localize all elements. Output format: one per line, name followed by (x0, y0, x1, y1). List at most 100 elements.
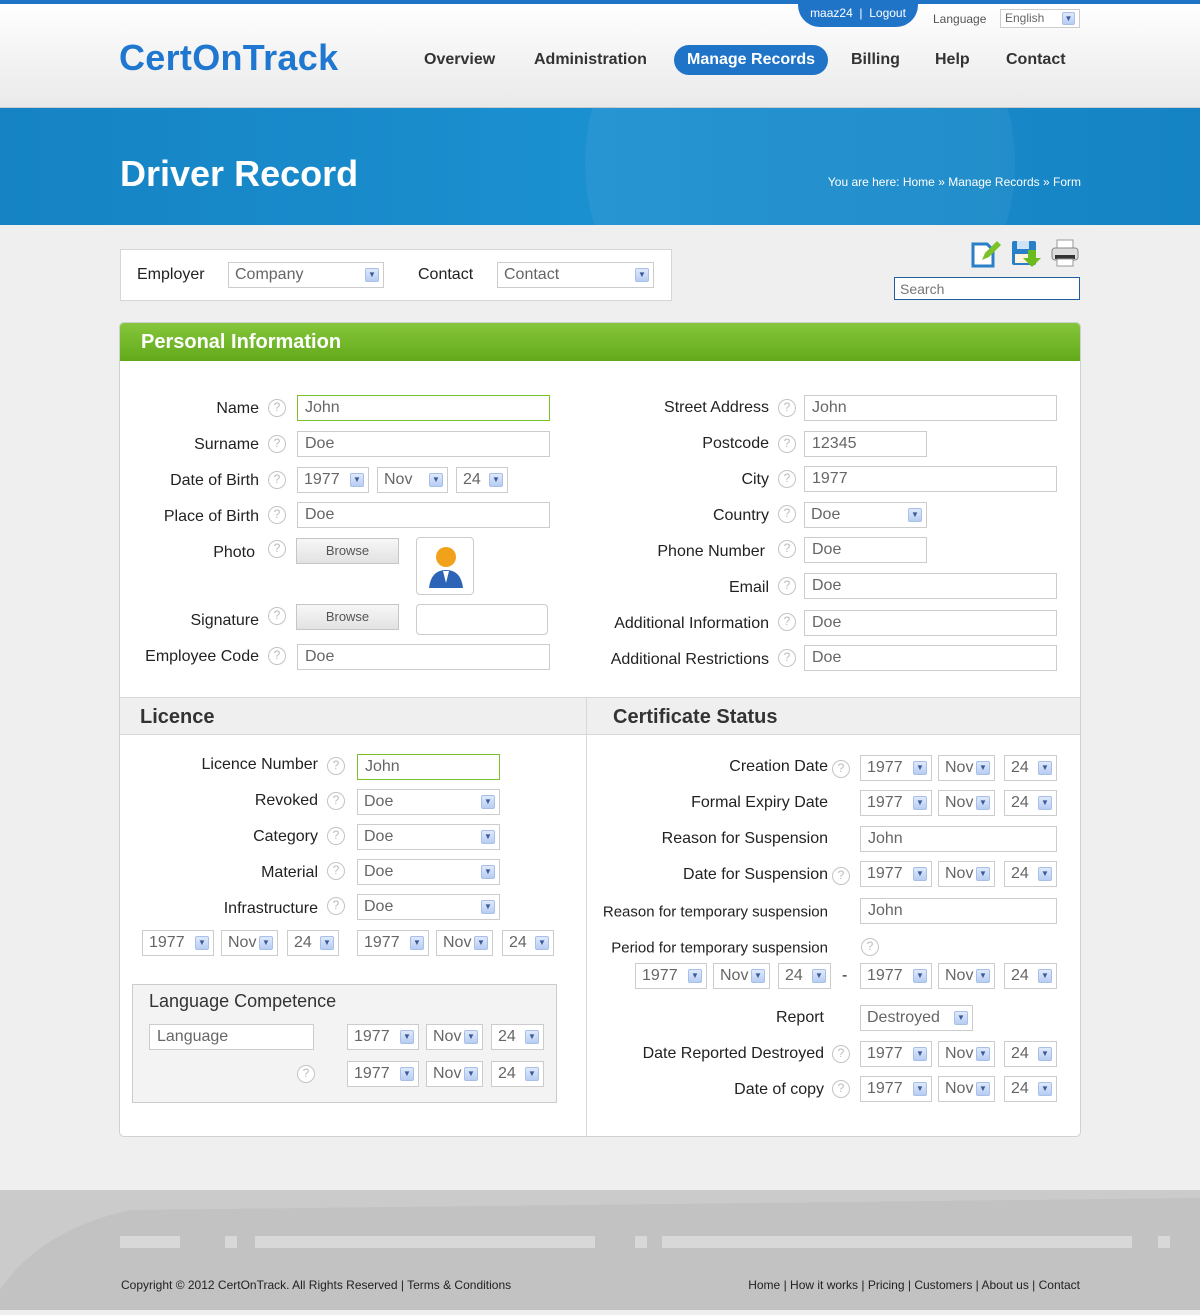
period-from-month-select[interactable]: Nov ▼ (713, 963, 770, 989)
help-icon[interactable]: ? (268, 471, 286, 489)
expiry-date-year-select[interactable]: 1977 ▼ (860, 790, 932, 816)
period-to-day-select[interactable]: 24 ▼ (1004, 963, 1057, 989)
help-icon[interactable]: ? (297, 1065, 315, 1083)
date-suspension-month-select[interactable]: Nov ▼ (938, 861, 995, 887)
creation-date-day-select[interactable]: 24 ▼ (1004, 755, 1057, 781)
nav-manage-records[interactable]: Manage Records (674, 45, 829, 75)
help-icon[interactable]: ? (778, 649, 796, 667)
help-icon[interactable]: ? (327, 827, 345, 845)
search-input[interactable] (894, 277, 1080, 300)
footer-link-how-it-works[interactable]: How it works (790, 1278, 858, 1292)
nav-help[interactable]: Help (922, 45, 983, 75)
city-input[interactable]: 1977 (804, 466, 1057, 492)
breadcrumb-manage-records[interactable]: Manage Records (948, 175, 1039, 189)
username-link[interactable]: maaz24 (810, 6, 853, 20)
help-icon[interactable]: ? (268, 399, 286, 417)
licence-from-month-select[interactable]: Nov ▼ (221, 930, 278, 956)
street-address-input[interactable]: John (804, 395, 1057, 421)
help-icon[interactable]: ? (778, 577, 796, 595)
footer-link-pricing[interactable]: Pricing (868, 1278, 905, 1292)
licence-from-year-select[interactable]: 1977 ▼ (142, 930, 214, 956)
help-icon[interactable]: ? (832, 1080, 850, 1098)
date-destroyed-day-select[interactable]: 24 ▼ (1004, 1041, 1057, 1067)
help-icon[interactable]: ? (268, 506, 286, 524)
dob-day-select[interactable]: 24 ▼ (456, 467, 508, 493)
expiry-date-month-select[interactable]: Nov ▼ (938, 790, 995, 816)
infrastructure-select[interactable]: Doe ▼ (357, 894, 500, 920)
help-icon[interactable]: ? (778, 540, 796, 558)
licence-from-day-select[interactable]: 24 ▼ (287, 930, 339, 956)
photo-browse-button[interactable]: Browse (296, 538, 399, 564)
date-of-copy-month-select[interactable]: Nov ▼ (938, 1076, 995, 1102)
reason-suspension-input[interactable]: John (860, 826, 1057, 852)
licence-to-day-select[interactable]: 24 ▼ (502, 930, 554, 956)
help-icon[interactable]: ? (832, 867, 850, 885)
additional-restrictions-input[interactable]: Doe (804, 645, 1057, 671)
date-of-copy-day-select[interactable]: 24 ▼ (1004, 1076, 1057, 1102)
date-of-copy-year-select[interactable]: 1977 ▼ (860, 1076, 932, 1102)
help-icon[interactable]: ? (861, 938, 879, 956)
revoked-select[interactable]: Doe ▼ (357, 789, 500, 815)
logo[interactable]: CertOnTrack (119, 37, 338, 79)
place-of-birth-input[interactable]: Doe (297, 502, 550, 528)
language-date1-year-select[interactable]: 1977 ▼ (347, 1024, 419, 1050)
material-select[interactable]: Doe ▼ (357, 859, 500, 885)
language-date2-day-select[interactable]: 24 ▼ (491, 1061, 544, 1087)
date-suspension-year-select[interactable]: 1977 ▼ (860, 861, 932, 887)
footer-link-about-us[interactable]: About us (981, 1278, 1028, 1292)
creation-date-month-select[interactable]: Nov ▼ (938, 755, 995, 781)
help-icon[interactable]: ? (832, 1045, 850, 1063)
nav-administration[interactable]: Administration (521, 45, 660, 75)
nav-contact[interactable]: Contact (993, 45, 1079, 75)
help-icon[interactable]: ? (778, 435, 796, 453)
surname-input[interactable]: Doe (297, 431, 550, 457)
terms-link[interactable]: Terms & Conditions (407, 1278, 511, 1292)
photo-preview[interactable] (416, 537, 474, 595)
help-icon[interactable]: ? (832, 760, 850, 778)
help-icon[interactable]: ? (327, 897, 345, 915)
footer-link-contact[interactable]: Contact (1039, 1278, 1080, 1292)
help-icon[interactable]: ? (327, 792, 345, 810)
licence-number-input[interactable]: John (357, 754, 500, 780)
expiry-date-day-select[interactable]: 24 ▼ (1004, 790, 1057, 816)
creation-date-year-select[interactable]: 1977 ▼ (860, 755, 932, 781)
employer-select[interactable]: Company ▼ (228, 262, 384, 288)
period-to-month-select[interactable]: Nov ▼ (938, 963, 995, 989)
period-to-year-select[interactable]: 1977 ▼ (860, 963, 932, 989)
print-icon[interactable] (1050, 238, 1080, 268)
help-icon[interactable]: ? (778, 399, 796, 417)
language-date2-year-select[interactable]: 1977 ▼ (347, 1061, 419, 1087)
language-date1-month-select[interactable]: Nov ▼ (426, 1024, 483, 1050)
category-select[interactable]: Doe ▼ (357, 824, 500, 850)
help-icon[interactable]: ? (327, 757, 345, 775)
help-icon[interactable]: ? (268, 607, 286, 625)
dob-year-select[interactable]: 1977 ▼ (297, 467, 369, 493)
licence-to-year-select[interactable]: 1977 ▼ (357, 930, 429, 956)
email-input[interactable]: Doe (804, 573, 1057, 599)
country-select[interactable]: Doe ▼ (804, 502, 927, 528)
footer-link-customers[interactable]: Customers (914, 1278, 972, 1292)
language-select[interactable]: English ▼ (1000, 9, 1080, 28)
edit-icon[interactable] (970, 238, 1002, 268)
help-icon[interactable]: ? (778, 613, 796, 631)
signature-preview[interactable] (416, 604, 548, 635)
logout-link[interactable]: Logout (869, 6, 906, 20)
licence-to-month-select[interactable]: Nov ▼ (436, 930, 493, 956)
language-date1-day-select[interactable]: 24 ▼ (491, 1024, 544, 1050)
employee-code-input[interactable]: Doe (297, 644, 550, 670)
period-from-year-select[interactable]: 1977 ▼ (635, 963, 707, 989)
phone-number-input[interactable]: Doe (804, 537, 927, 563)
nav-overview[interactable]: Overview (411, 45, 508, 75)
date-destroyed-year-select[interactable]: 1977 ▼ (860, 1041, 932, 1067)
reason-temporary-suspension-input[interactable]: John (860, 898, 1057, 924)
language-date2-month-select[interactable]: Nov ▼ (426, 1061, 483, 1087)
breadcrumb-home[interactable]: Home (903, 175, 935, 189)
help-icon[interactable]: ? (268, 435, 286, 453)
report-select[interactable]: Destroyed ▼ (860, 1005, 973, 1031)
help-icon[interactable]: ? (778, 470, 796, 488)
additional-information-input[interactable]: Doe (804, 610, 1057, 636)
date-destroyed-month-select[interactable]: Nov ▼ (938, 1041, 995, 1067)
postcode-input[interactable]: 12345 (804, 431, 927, 457)
help-icon[interactable]: ? (778, 505, 796, 523)
help-icon[interactable]: ? (268, 540, 286, 558)
